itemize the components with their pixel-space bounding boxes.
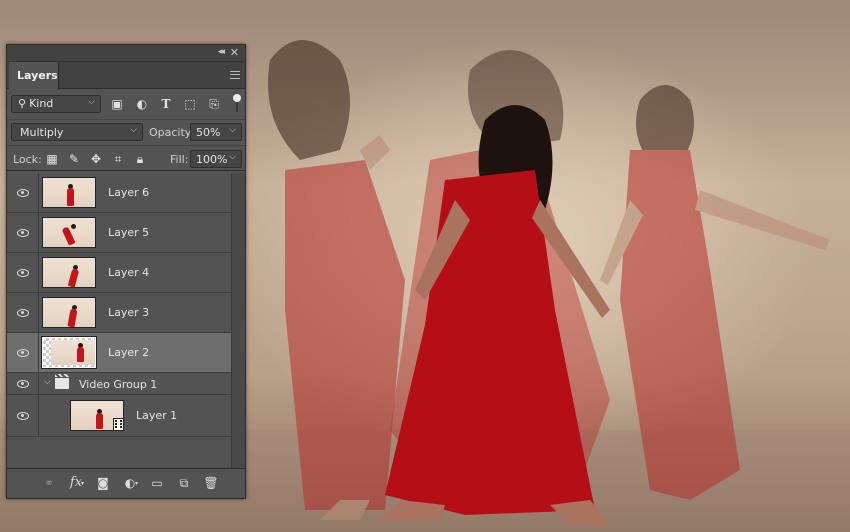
layer-name: Layer 2 (108, 346, 150, 359)
layer-row-5[interactable]: Layer 5 (7, 213, 231, 253)
lock-row: Lock: ▦ ✎ ✥ ⌗ 🔒︎ Fill: 100% ⌵ (7, 145, 245, 171)
layer-list-scrollbar[interactable] (231, 173, 245, 469)
lock-all-icon[interactable]: 🔒︎ (133, 152, 147, 166)
panel-titlebar[interactable]: ◂◂ ✕ (7, 45, 245, 62)
expand-caret-icon[interactable]: ⌵ (44, 377, 51, 387)
lock-position-icon[interactable]: ✥ (89, 152, 103, 166)
adjustment-layer-icon[interactable]: ◐ ▾ (122, 475, 138, 491)
panel-tab-row: Layers (7, 62, 245, 90)
lock-image-pixels-icon[interactable]: ✎ (67, 152, 81, 166)
layer-thumbnail (42, 217, 96, 248)
layer-thumbnail (41, 336, 97, 369)
shape-filter-icon[interactable]: ⬚ (183, 97, 197, 111)
visibility-toggle[interactable] (7, 293, 39, 332)
delete-icon[interactable]: 🗑︎ (203, 475, 219, 491)
chevron-down-icon[interactable]: ⌵ (229, 125, 236, 135)
layer-name: Layer 3 (108, 306, 150, 319)
visibility-toggle[interactable] (7, 333, 39, 372)
group-name: Video Group 1 (79, 378, 158, 391)
search-icon: ⚲ (18, 97, 27, 110)
eye-icon (17, 188, 29, 197)
lock-transparent-pixels-icon[interactable]: ▦ (45, 152, 59, 166)
lock-label: Lock: (13, 153, 42, 166)
layer-row-1[interactable]: Layer 1 (7, 395, 231, 437)
layer-thumbnail (42, 297, 96, 328)
filter-toggle[interactable] (233, 94, 241, 114)
close-panel-icon[interactable]: ✕ (230, 46, 239, 59)
toggle-track (236, 102, 238, 112)
fill-field[interactable]: 100% ⌵ (190, 150, 242, 168)
layer-name: Layer 4 (108, 266, 150, 279)
lock-artboard-icon[interactable]: ⌗ (111, 152, 125, 166)
panel-bottom-bar: ⚭ fx ▾ ◙ ◐ ▾ ▭ ⧉ 🗑︎ (7, 468, 245, 498)
layer-name: Layer 6 (108, 186, 150, 199)
chevron-down-icon: ⌵ (88, 97, 95, 107)
filter-kind-label: Kind (29, 97, 54, 110)
layer-name: Layer 5 (108, 226, 150, 239)
eye-icon (17, 308, 29, 317)
opacity-value: 50% (196, 126, 221, 139)
opacity-label: Opacity: (149, 126, 195, 139)
type-filter-icon[interactable]: T (159, 97, 173, 111)
fill-value: 100% (196, 153, 228, 166)
fill-label: Fill: (170, 153, 189, 166)
link-layers-icon[interactable]: ⚭ (41, 475, 57, 491)
new-group-icon[interactable]: ▭ (149, 475, 165, 491)
smart-object-filter-icon[interactable]: ⎘ (207, 97, 221, 111)
image-filter-icon[interactable]: ▣ (110, 97, 124, 111)
chevron-down-icon: ⌵ (130, 125, 137, 135)
visibility-toggle[interactable] (7, 373, 39, 394)
filter-row: ⚲ Kind ⌵ ▣ ◐ T ⬚ ⎘ (7, 91, 245, 117)
eye-icon (17, 268, 29, 277)
layer-thumbnail (42, 257, 96, 288)
layers-panel: ◂◂ ✕ Layers ⚲ Kind ⌵ ▣ ◐ T ⬚ ⎘ Multiply ⌵… (6, 44, 246, 499)
toggle-knob (233, 94, 241, 102)
layer-name: Layer 1 (136, 409, 178, 422)
tab-layers[interactable]: Layers (9, 62, 59, 90)
visibility-toggle[interactable] (7, 213, 39, 252)
add-mask-icon[interactable]: ◙ (95, 475, 111, 491)
new-layer-icon[interactable]: ⧉ (176, 475, 192, 491)
visibility-toggle[interactable] (7, 253, 39, 292)
adjustment-filter-icon[interactable]: ◐ (135, 97, 149, 111)
panel-menu-icon[interactable] (230, 71, 240, 79)
video-layer-icon (113, 418, 124, 431)
layer-row-4[interactable]: Layer 4 (7, 253, 231, 293)
collapse-panel-icon[interactable]: ◂◂ (218, 47, 225, 57)
blend-mode-select[interactable]: Multiply ⌵ (11, 123, 143, 141)
visibility-toggle[interactable] (7, 395, 39, 436)
layer-row-6[interactable]: Layer 6 (7, 173, 231, 213)
fx-icon[interactable]: fx ▾ (68, 475, 84, 491)
filter-kind-select[interactable]: ⚲ Kind ⌵ (11, 95, 101, 113)
eye-icon (17, 228, 29, 237)
eye-icon (17, 411, 29, 420)
blend-mode-value: Multiply (20, 126, 64, 139)
opacity-field[interactable]: 50% ⌵ (190, 123, 242, 141)
layer-list: Layer 6 Layer 5 Layer 4 Layer 3 Layer 2 … (7, 173, 231, 469)
video-group-row[interactable]: ⌵ Video Group 1 (7, 373, 231, 395)
blend-row: Multiply ⌵ Opacity: 50% ⌵ (7, 119, 245, 143)
layer-thumbnail (42, 177, 96, 208)
layer-row-2[interactable]: Layer 2 (7, 333, 231, 373)
video-clapper-icon (55, 374, 69, 389)
eye-icon (17, 348, 29, 357)
chevron-down-icon[interactable]: ⌵ (229, 152, 236, 162)
eye-icon (17, 379, 29, 388)
layer-row-3[interactable]: Layer 3 (7, 293, 231, 333)
visibility-toggle[interactable] (7, 173, 39, 212)
